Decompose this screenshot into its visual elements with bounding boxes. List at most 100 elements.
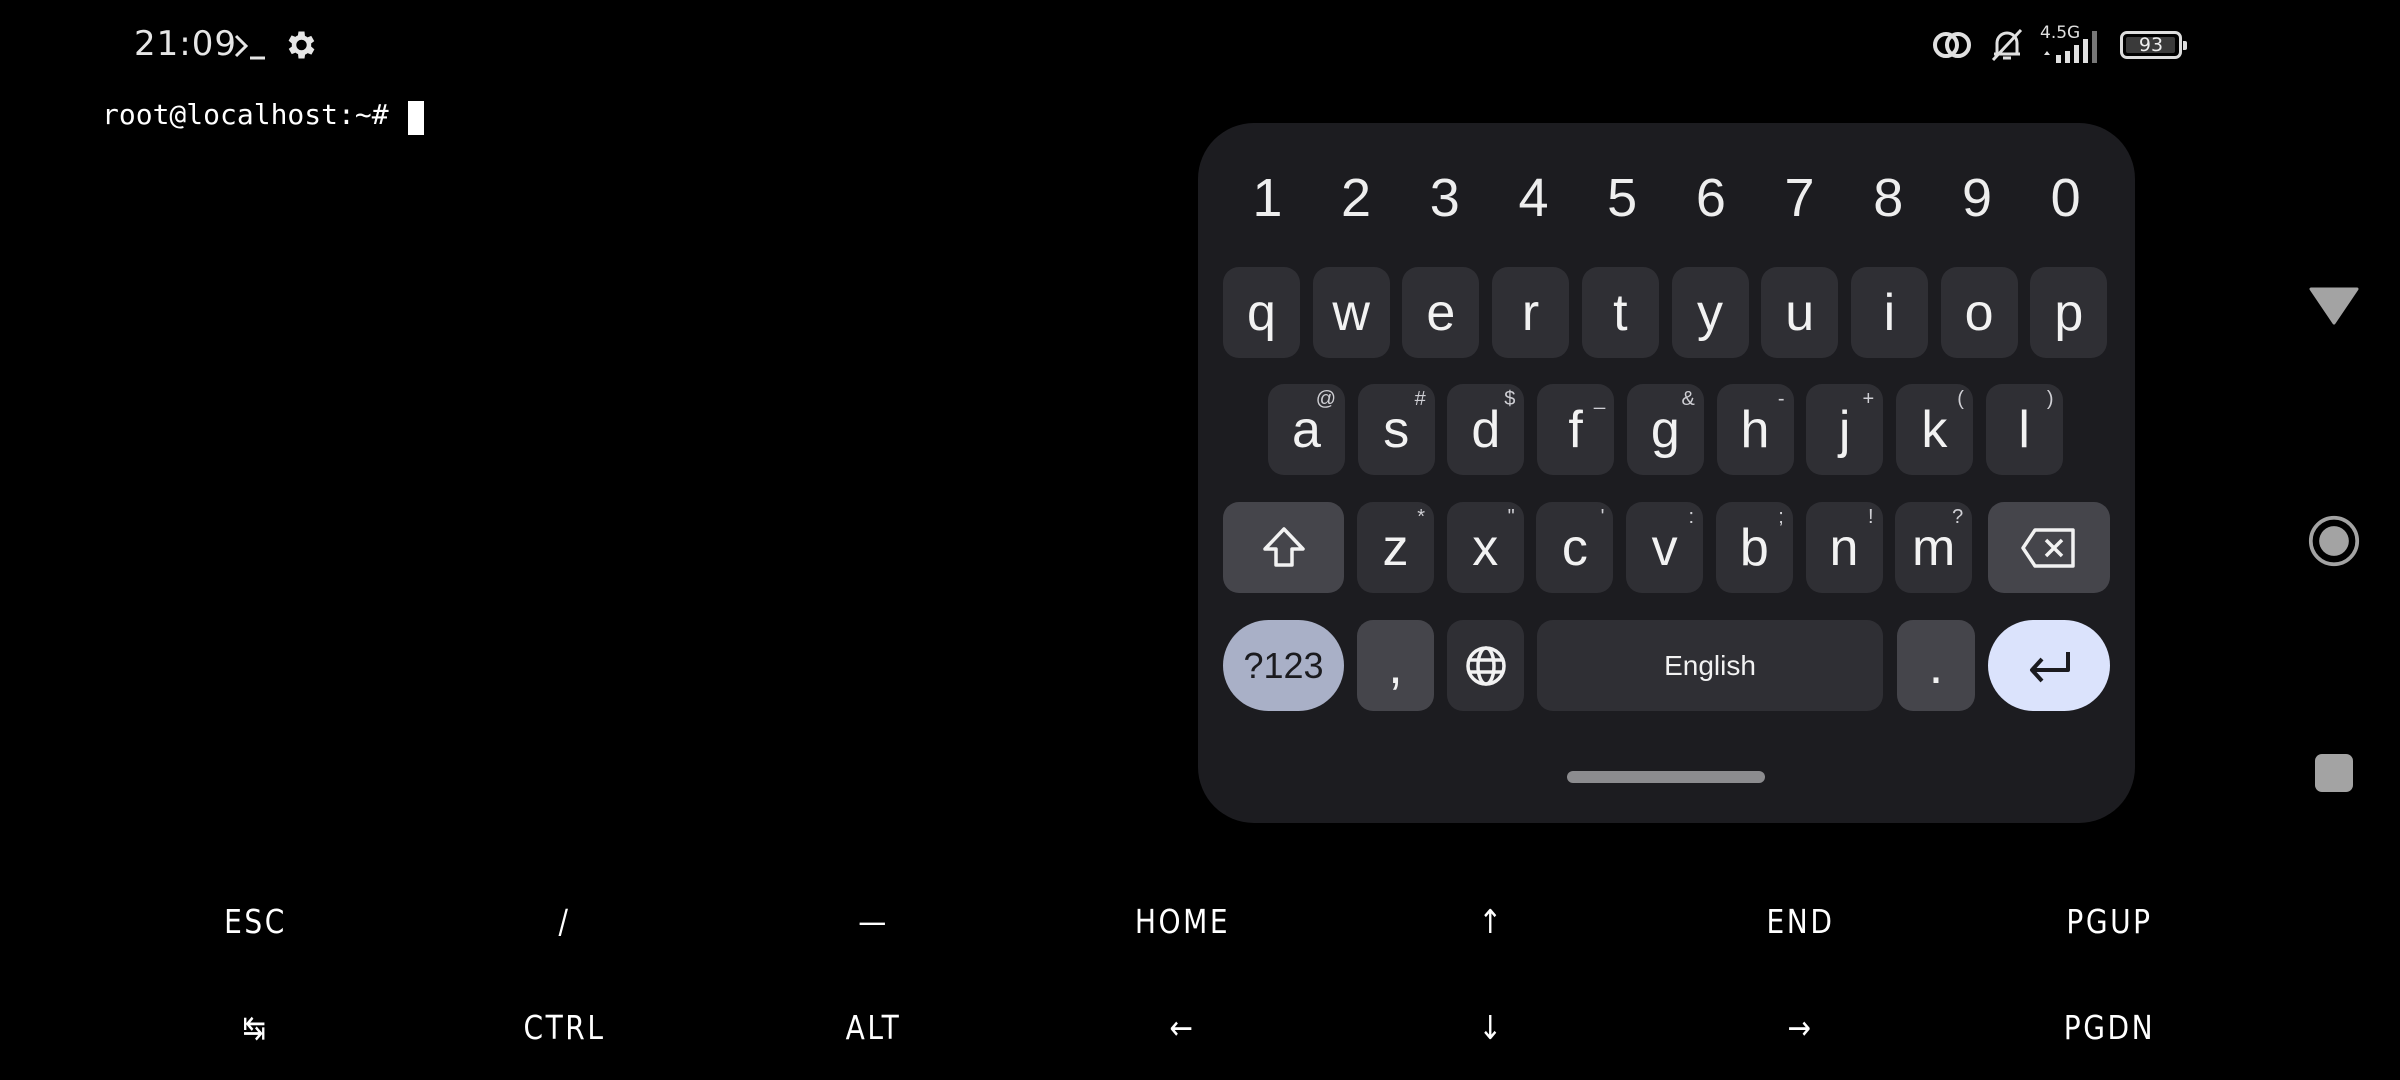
extra-key-symbol-1-0[interactable]: ↹ [124, 988, 387, 1068]
number-key-2[interactable]: 2 [1312, 163, 1401, 233]
number-key-0[interactable]: 0 [2021, 163, 2110, 233]
keyboard-drag-handle[interactable] [1567, 771, 1765, 783]
key-label: z [1382, 518, 1409, 577]
extra-key-end[interactable]: END [1669, 882, 1932, 962]
number-key-7[interactable]: 7 [1755, 163, 1844, 233]
number-row: 1234567890 [1223, 163, 2110, 233]
key-label: w [1332, 283, 1370, 342]
key-label: t [1613, 283, 1628, 342]
extra-key-home[interactable]: HOME [1051, 882, 1314, 962]
key-alt-symbol: _ [1593, 388, 1606, 410]
extra-keys-row-1: ESC / — HOME ↑ END PGUP [101, 882, 2264, 962]
key-label: q [1247, 283, 1276, 342]
key-alt-symbol: ' [1600, 506, 1605, 528]
key-j[interactable]: j + [1806, 384, 1884, 475]
key-alt-symbol: @ [1315, 388, 1336, 410]
key-alt-symbol: " [1507, 506, 1515, 528]
key-l[interactable]: l) [1985, 384, 2063, 475]
key-alt-symbol: ! [1867, 506, 1874, 528]
key-alt-symbol: & [1681, 388, 1695, 410]
key-label: v [1651, 518, 1678, 577]
battery-level: 93 [2138, 34, 2164, 56]
extra-key-symbol-0-1[interactable]: / [433, 882, 696, 962]
key-w[interactable]: w [1312, 267, 1390, 358]
extra-key-symbol-1-4[interactable]: ↓ [1360, 988, 1623, 1068]
status-icons: 4.5G 93 [1930, 23, 2187, 65]
key-label: i [1883, 283, 1896, 342]
key-o[interactable]: o [1940, 267, 2018, 358]
key-q[interactable]: q [1223, 267, 1300, 358]
key-label: n [1829, 518, 1859, 577]
back-icon[interactable] [2308, 286, 2360, 326]
key-label: f [1568, 400, 1583, 459]
key-f[interactable]: f _ [1537, 384, 1615, 475]
floating-keyboard: 1234567890 q w e r t y u i o p a @ s # d $ f _ g & h - j + k(l) z… [1198, 123, 2135, 823]
key-label: p [2054, 283, 2084, 342]
key-label: e [1426, 283, 1456, 342]
home-icon[interactable] [2308, 513, 2360, 569]
key-label: s [1383, 400, 1410, 459]
period-key[interactable]: . [1897, 620, 1975, 711]
number-key-6[interactable]: 6 [1667, 163, 1756, 233]
key-m[interactable]: m? [1895, 502, 1973, 593]
comma-key[interactable]: , [1357, 620, 1434, 711]
key-t[interactable]: t [1581, 267, 1659, 358]
extra-key-alt[interactable]: ALT [742, 988, 1005, 1068]
extra-key-symbol-1-3[interactable]: ← [1051, 988, 1314, 1068]
extra-key-symbol-0-4[interactable]: ↑ [1360, 882, 1623, 962]
enter-key[interactable] [1988, 620, 2110, 711]
extra-key-symbol-0-2[interactable]: — [742, 882, 1005, 962]
number-key-4[interactable]: 4 [1489, 163, 1578, 233]
key-label: x [1472, 518, 1499, 577]
key-alt-symbol: $ [1504, 388, 1516, 410]
language-key[interactable] [1447, 620, 1524, 711]
shift-key[interactable] [1223, 502, 1344, 593]
key-alt-symbol: # [1414, 388, 1426, 410]
number-key-9[interactable]: 9 [1933, 163, 2022, 233]
space-key[interactable]: English [1537, 620, 1883, 711]
extra-key-esc[interactable]: ESC [124, 882, 387, 962]
key-g[interactable]: g & [1626, 384, 1704, 475]
key-alt-symbol: * [1417, 506, 1425, 528]
key-n[interactable]: n! [1805, 502, 1883, 593]
key-alt-symbol: ( [1957, 388, 1964, 410]
backspace-key[interactable] [1988, 502, 2110, 593]
key-r[interactable]: r [1492, 267, 1570, 358]
key-label: g [1650, 400, 1680, 459]
key-s[interactable]: s # [1357, 384, 1435, 475]
text-cursor [408, 101, 424, 135]
recents-icon[interactable] [2314, 753, 2354, 793]
key-label: b [1739, 518, 1769, 577]
key-k[interactable]: k( [1895, 384, 1973, 475]
key-label: j [1838, 400, 1851, 459]
key-label: o [1964, 283, 1994, 342]
bell-off-icon [1991, 28, 2023, 62]
key-c[interactable]: c ' [1536, 502, 1614, 593]
key-alt-symbol: ) [2046, 388, 2054, 410]
number-key-8[interactable]: 8 [1844, 163, 1933, 233]
key-i[interactable]: i [1850, 267, 1928, 358]
key-x[interactable]: x " [1446, 502, 1524, 593]
extra-key-pgdn[interactable]: PGDN [1978, 988, 2241, 1068]
key-label: h [1740, 400, 1770, 459]
key-d[interactable]: d $ [1447, 384, 1525, 475]
number-key-1[interactable]: 1 [1223, 163, 1312, 233]
extra-key-ctrl[interactable]: CTRL [433, 988, 696, 1068]
key-b[interactable]: b; [1715, 502, 1793, 593]
extra-key-pgup[interactable]: PGUP [1978, 882, 2241, 962]
key-u[interactable]: u [1761, 267, 1839, 358]
key-alt-symbol: : [1688, 506, 1695, 528]
key-z[interactable]: z * [1357, 502, 1434, 593]
key-p[interactable]: p [2030, 267, 2108, 358]
key-e[interactable]: e [1402, 267, 1480, 358]
key-v[interactable]: v: [1626, 502, 1704, 593]
extra-key-symbol-1-5[interactable]: → [1669, 988, 1932, 1068]
key-y[interactable]: y [1671, 267, 1749, 358]
key-a[interactable]: a @ [1268, 384, 1345, 475]
number-key-5[interactable]: 5 [1578, 163, 1667, 233]
symbols-key[interactable]: ?123 [1223, 620, 1344, 711]
key-alt-symbol: ? [1952, 506, 1964, 528]
key-alt-symbol: ; [1778, 506, 1784, 528]
number-key-3[interactable]: 3 [1400, 163, 1489, 233]
key-h[interactable]: h- [1716, 384, 1794, 475]
